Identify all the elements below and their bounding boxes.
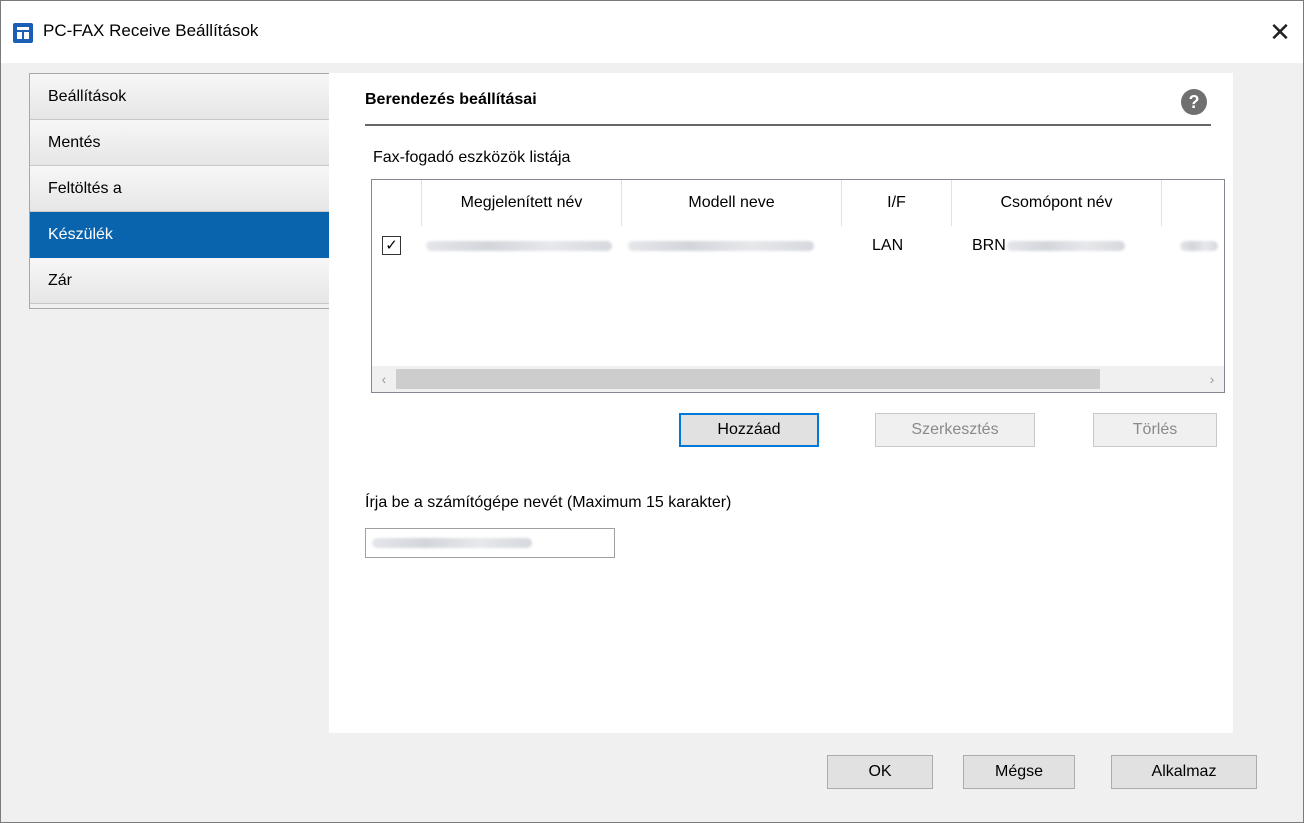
column-header-interface[interactable]: I/F bbox=[842, 180, 952, 226]
edit-button[interactable]: Szerkesztés bbox=[875, 413, 1035, 447]
device-list[interactable]: Megjelenített név Modell neve I/F Csomóp… bbox=[371, 179, 1225, 393]
delete-button[interactable]: Törlés bbox=[1093, 413, 1217, 447]
column-header-display-name[interactable]: Megjelenített név bbox=[422, 180, 622, 226]
apply-button[interactable]: Alkalmaz bbox=[1111, 755, 1257, 789]
table-row[interactable]: ✓ LAN BRN bbox=[372, 226, 1224, 266]
interface-cell: LAN bbox=[872, 237, 904, 254]
scroll-left-icon[interactable]: ‹ bbox=[372, 366, 396, 392]
extra-cell bbox=[1180, 226, 1220, 266]
nav-item-zar[interactable]: Zár bbox=[30, 258, 332, 304]
redacted-node-name bbox=[1006, 240, 1125, 251]
redacted-extra bbox=[1180, 240, 1218, 251]
content-panel: Berendezés beállításai ? Fax-fogadó eszk… bbox=[329, 73, 1233, 733]
nav-item-mentes[interactable]: Mentés bbox=[30, 120, 332, 166]
redacted-model-name bbox=[628, 240, 814, 251]
nav-item-keszulek[interactable]: Készülék bbox=[30, 212, 332, 258]
cancel-button[interactable]: Mégse bbox=[963, 755, 1075, 789]
device-list-label: Fax-fogadó eszközök listája bbox=[373, 149, 571, 166]
help-icon[interactable]: ? bbox=[1181, 89, 1207, 115]
window-title: PC-FAX Receive Beállítások bbox=[43, 21, 259, 40]
scrollbar-thumb[interactable] bbox=[396, 369, 1100, 389]
redacted-display-name bbox=[426, 240, 612, 251]
list-header: Megjelenített név Modell neve I/F Csomóp… bbox=[372, 180, 1224, 226]
settings-nav: Beállítások Mentés Feltöltés a Készülék … bbox=[29, 73, 333, 309]
model-name-cell bbox=[628, 226, 828, 266]
display-name-cell bbox=[426, 226, 616, 266]
node-name-cell: BRN bbox=[972, 226, 1152, 266]
add-button[interactable]: Hozzáad bbox=[679, 413, 819, 447]
device-checkbox[interactable]: ✓ bbox=[382, 236, 401, 255]
nav-item-feltoltes[interactable]: Feltöltés a bbox=[30, 166, 332, 212]
scroll-right-icon[interactable]: › bbox=[1200, 366, 1224, 392]
close-button[interactable]: ✕ bbox=[1257, 1, 1303, 63]
ok-button[interactable]: OK bbox=[827, 755, 933, 789]
horizontal-scrollbar[interactable]: ‹ › bbox=[372, 366, 1224, 392]
column-header-extra[interactable] bbox=[1162, 180, 1224, 226]
column-header-node-name[interactable]: Csomópont név bbox=[952, 180, 1162, 226]
pc-name-field[interactable] bbox=[365, 528, 615, 558]
nav-item-beallitasok[interactable]: Beállítások bbox=[30, 74, 332, 120]
dialog-window: PC-FAX Receive Beállítások ✕ Beállítások… bbox=[0, 0, 1304, 823]
pc-name-label: Írja be a számítógépe nevét (Maximum 15 … bbox=[365, 494, 732, 511]
section-divider bbox=[365, 124, 1211, 126]
redacted-pc-name bbox=[372, 537, 532, 548]
title-bar: PC-FAX Receive Beállítások ✕ bbox=[1, 1, 1303, 63]
column-header-check[interactable] bbox=[372, 180, 422, 226]
node-name-prefix: BRN bbox=[972, 237, 1006, 254]
column-header-model-name[interactable]: Modell neve bbox=[622, 180, 842, 226]
app-window-icon bbox=[13, 23, 33, 43]
section-title: Berendezés beállításai bbox=[365, 91, 537, 108]
